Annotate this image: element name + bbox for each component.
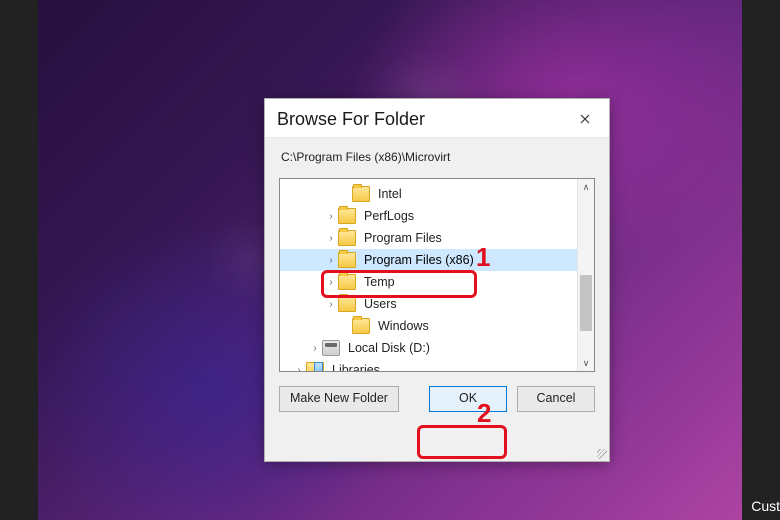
folder-icon [352,318,370,334]
chevron-right-icon[interactable]: › [292,365,306,372]
scroll-thumb[interactable] [580,275,592,331]
folder-icon [338,274,356,290]
tree-item-label: Program Files [362,230,444,246]
tree-item[interactable]: › Users [280,293,578,315]
folder-tree: ›Intel›PerfLogs›Program Files›Program Fi… [279,178,595,372]
folder-icon [338,296,356,312]
tree-item[interactable]: › Temp [280,271,578,293]
tree-item-label: Local Disk (D:) [346,340,432,356]
tree-item[interactable]: › PerfLogs [280,205,578,227]
tree-item-label: Users [362,296,399,312]
folder-icon [338,208,356,224]
tree-item-label: Windows [376,318,431,334]
folder-icon [352,186,370,202]
lib-icon [306,362,324,371]
chevron-right-icon[interactable]: › [324,211,338,222]
tree-item[interactable]: › Local Disk (D:) [280,337,578,359]
corner-text: Cust [751,498,780,514]
tree-item-label: PerfLogs [362,208,416,224]
tree-item[interactable]: ›Intel [280,183,578,205]
chevron-right-icon[interactable]: › [308,343,322,354]
dialog-body: C:\Program Files (x86)\Microvirt ›Intel›… [265,137,609,461]
dialog-title: Browse For Folder [277,109,425,130]
make-new-folder-button[interactable]: Make New Folder [279,386,399,412]
tree-item-label: Program Files (x86) [362,252,476,268]
tree-item[interactable]: › Program Files (x86) [280,249,578,271]
chevron-right-icon[interactable]: › [324,277,338,288]
tree-item-label: Intel [376,186,404,202]
browse-for-folder-dialog: Browse For Folder C:\Program Files (x86)… [264,98,610,462]
chevron-right-icon[interactable]: › [324,299,338,310]
disk-icon [322,340,340,356]
dialog-button-row: Make New Folder OK Cancel [279,372,595,412]
close-button[interactable] [571,107,599,131]
close-icon [580,114,590,124]
ok-button[interactable]: OK [429,386,507,412]
tree-item[interactable]: › Program Files [280,227,578,249]
tree-item[interactable]: ›Windows [280,315,578,337]
chevron-right-icon[interactable]: › [324,255,338,266]
tree-item-label: Temp [362,274,397,290]
scroll-up-arrow[interactable]: ∧ [578,179,594,195]
tree-item[interactable]: › Libraries [280,359,578,371]
cancel-button[interactable]: Cancel [517,386,595,412]
vertical-scrollbar[interactable]: ∧ ∨ [577,179,594,371]
chevron-right-icon[interactable]: › [324,233,338,244]
scroll-down-arrow[interactable]: ∨ [578,355,594,371]
tree-item-label: Libraries [330,362,382,371]
folder-icon [338,252,356,268]
folder-tree-viewport[interactable]: ›Intel›PerfLogs›Program Files›Program Fi… [280,179,578,371]
titlebar: Browse For Folder [265,99,609,137]
selected-path: C:\Program Files (x86)\Microvirt [279,140,595,178]
resize-grip-icon[interactable] [597,449,607,459]
folder-icon [338,230,356,246]
